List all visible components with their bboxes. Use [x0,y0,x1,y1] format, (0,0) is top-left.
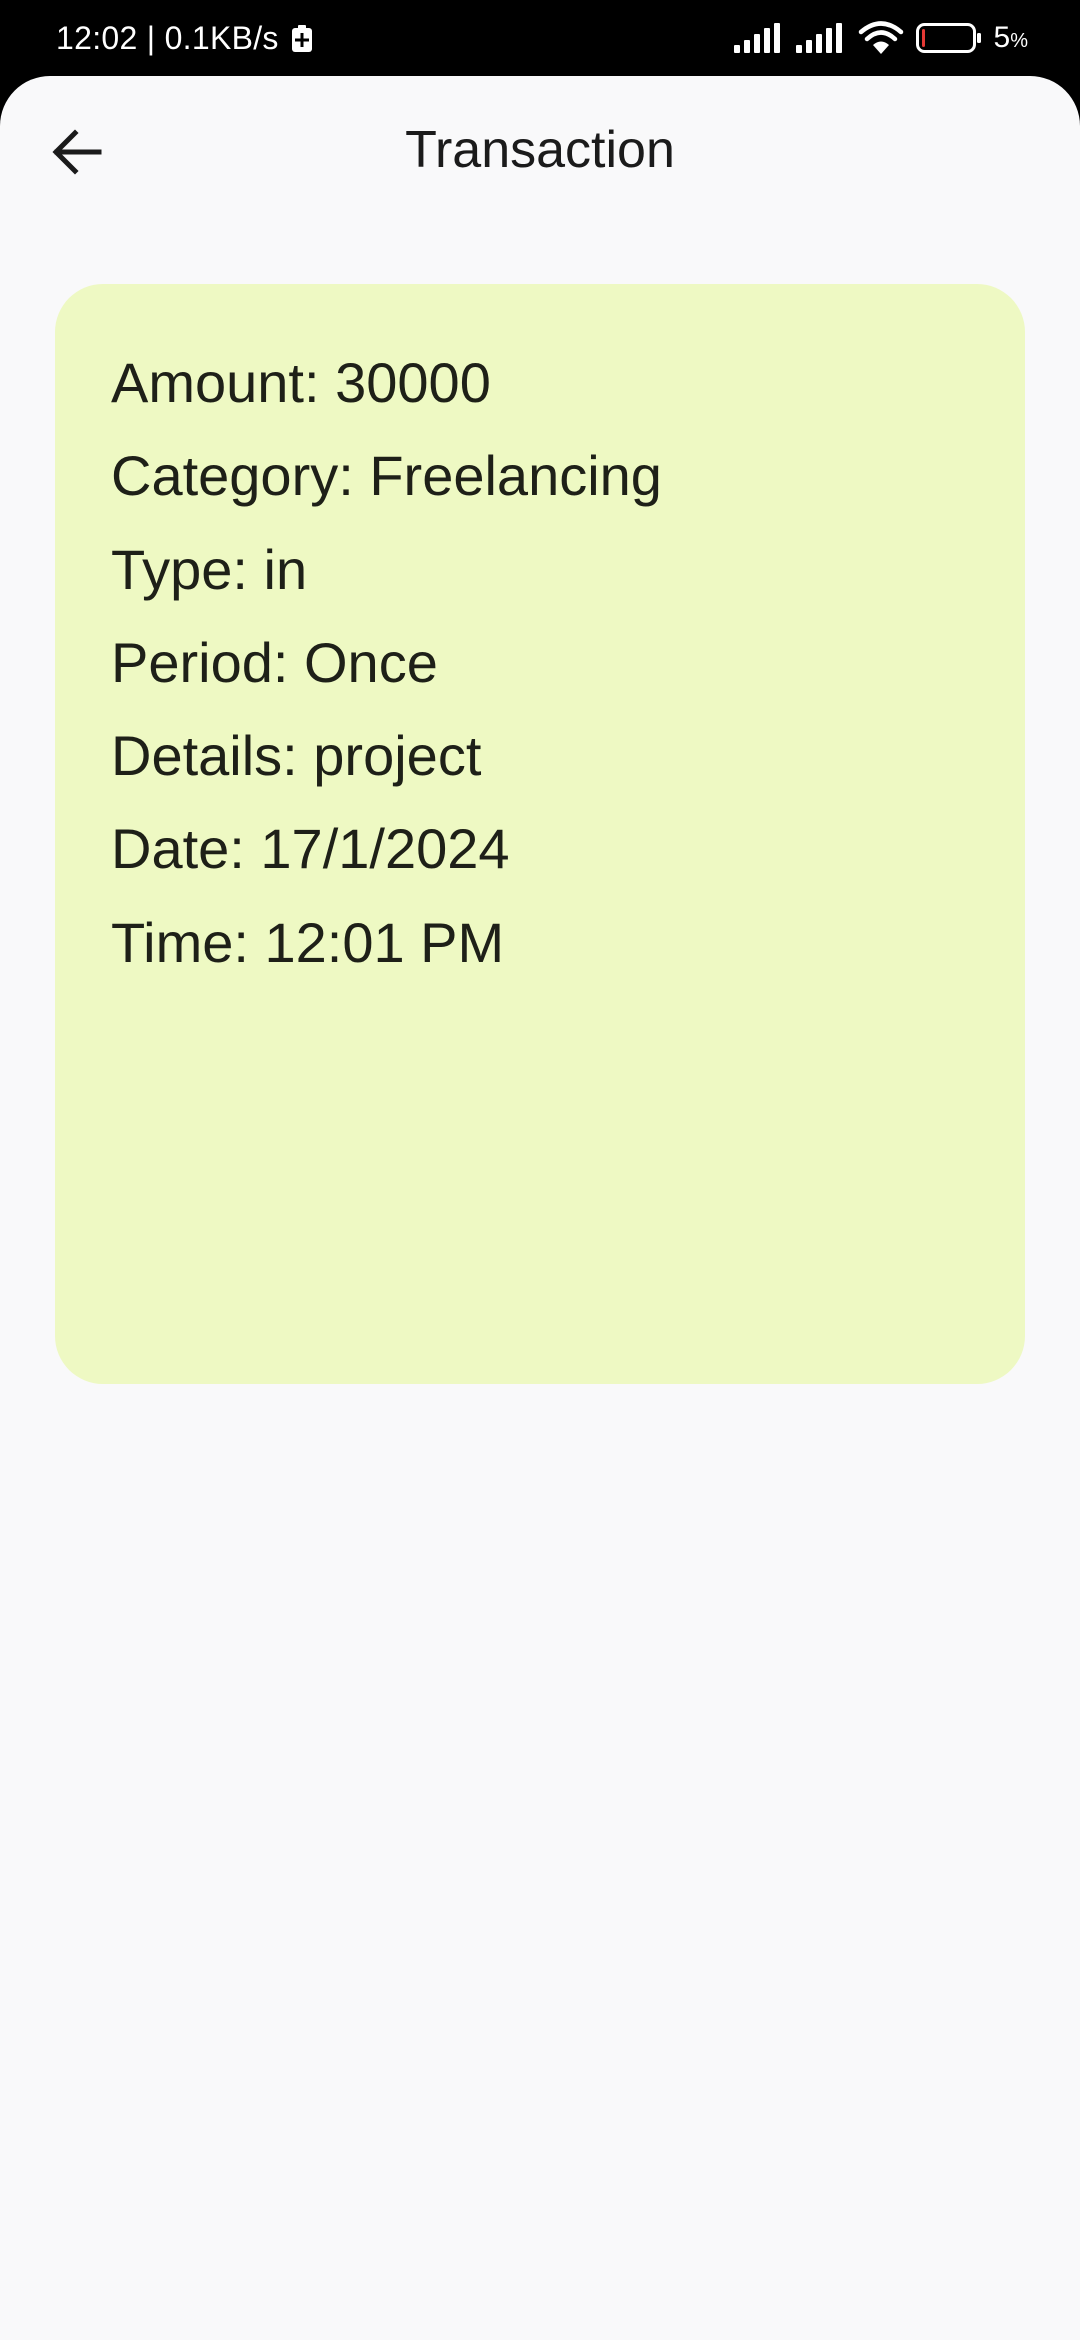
signal-icon [795,23,846,53]
battery-percentage: 5% [993,21,1028,54]
transaction-details: Amount: 30000 Category: Freelancing Type… [111,336,662,989]
battery-saver-icon [291,24,313,52]
status-left: 12:02 | 0.1KB/s [56,0,313,76]
type-text: Type: in [111,537,308,601]
wifi-icon [858,21,904,55]
status-bar: 12:02 | 0.1KB/s 5% [0,0,1080,76]
period-text: Period: Once [111,630,438,694]
app-bar: Transaction [0,76,1080,232]
date-text: Date: 17/1/2024 [111,817,510,881]
time-text: Time: 12:01 PM [111,910,505,974]
status-time-speed: 12:02 | 0.1KB/s [56,19,279,56]
page-title: Transaction [405,121,675,179]
amount-text: Amount: 30000 [111,351,491,414]
signal-icon [733,23,784,53]
battery-icon [915,23,982,53]
transaction-card: Amount: 30000 Category: Freelancing Type… [55,284,1025,1384]
screen: Transaction Amount: 30000 Category: Free… [0,76,1080,2340]
status-right: 5% [733,0,1028,76]
details-text: Details: project [111,724,482,788]
category-text: Category: Freelancing [111,444,662,508]
